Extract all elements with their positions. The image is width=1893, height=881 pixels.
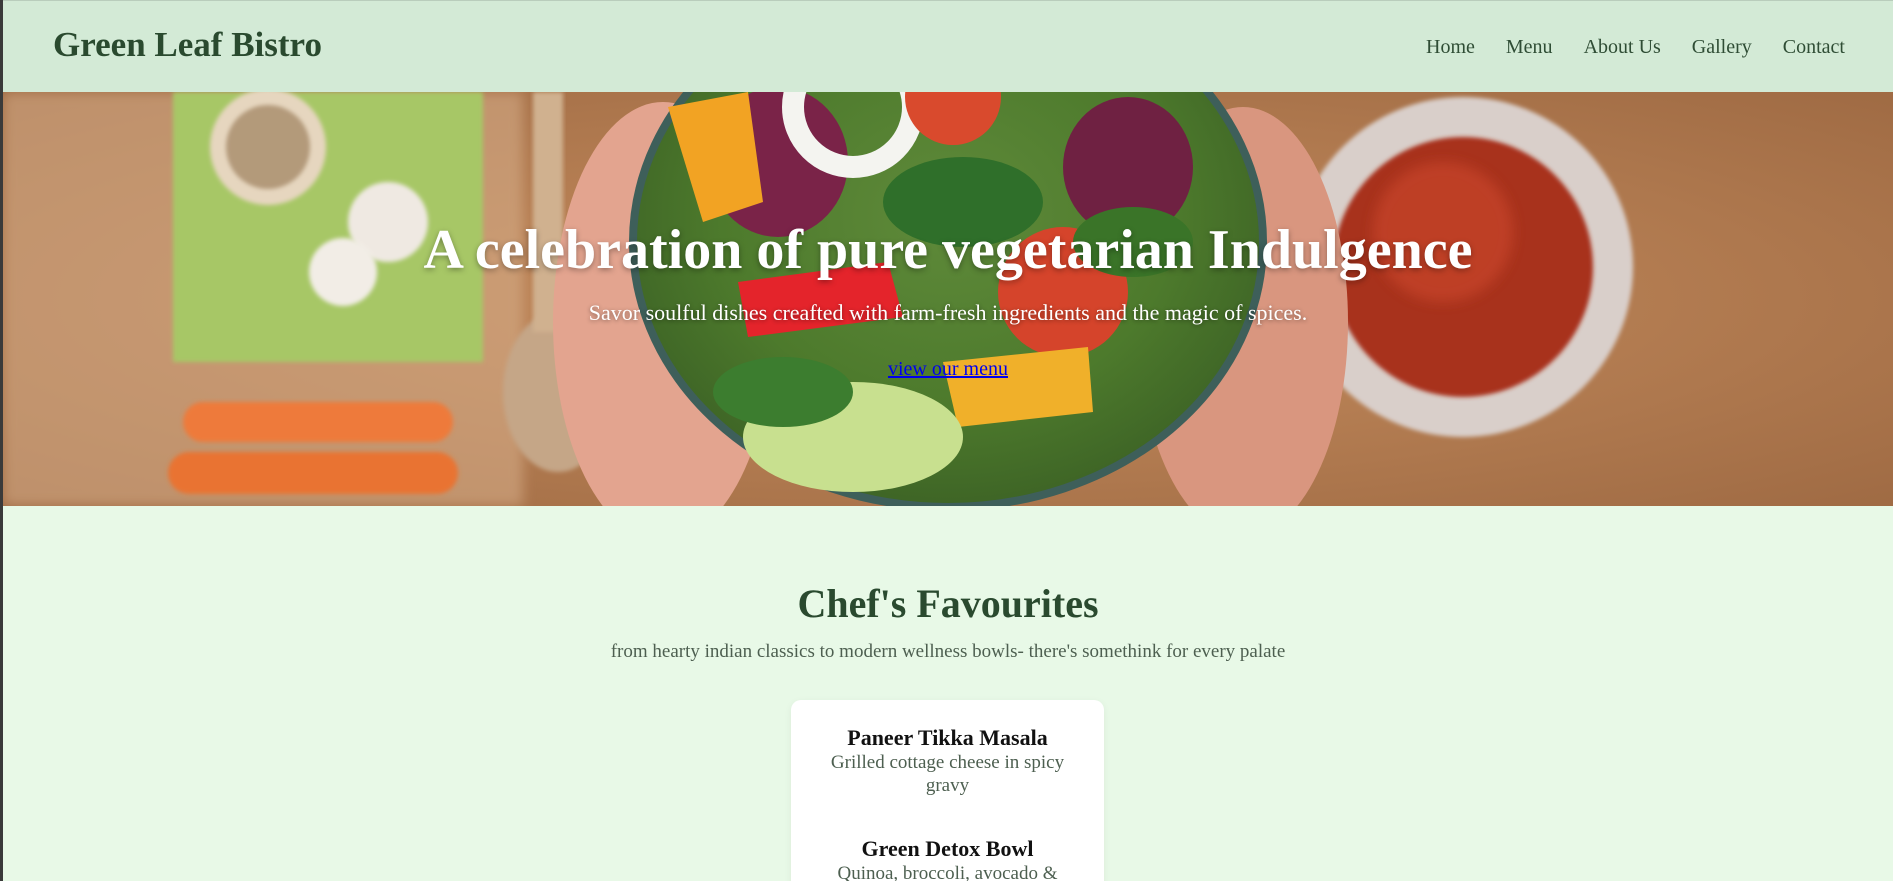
favourites-title: Chef's Favourites (797, 581, 1099, 626)
dish-item: Paneer Tikka Masala Grilled cottage chee… (791, 725, 1104, 797)
dish-description: Quinoa, broccoli, avocado & (837, 863, 1058, 881)
dish-item: Green Detox Bowl Quinoa, broccoli, avoca… (791, 836, 1104, 881)
nav-menu[interactable]: Menu (1506, 36, 1553, 59)
hero-link-wrap: view our menu (3, 358, 1893, 381)
dish-name: Paneer Tikka Masala (847, 725, 1048, 750)
nav-gallery[interactable]: Gallery (1692, 36, 1752, 59)
hero-title: A celebration of pure vegetarian Indulge… (423, 219, 1473, 281)
hero-section: A celebration of pure vegetarian Indulge… (3, 92, 1893, 506)
site-header: Green Leaf Bistro Home Menu About Us Gal… (3, 0, 1893, 92)
view-menu-link[interactable]: view our menu (888, 358, 1008, 380)
page: Green Leaf Bistro Home Menu About Us Gal… (3, 0, 1893, 881)
hero-subtitle: Savor soulful dishes creafted with farm-… (588, 300, 1308, 325)
brand-logo-text[interactable]: Green Leaf Bistro (53, 25, 322, 65)
nav-about-us[interactable]: About Us (1584, 36, 1661, 59)
nav-contact[interactable]: Contact (1783, 36, 1845, 59)
dish-description: Grilled cottage cheese in spicy gravy (830, 752, 1065, 796)
dish-name: Green Detox Bowl (861, 836, 1034, 861)
favourites-subtitle: from hearty indian classics to modern we… (610, 641, 1286, 662)
hero-content: A celebration of pure vegetarian Indulge… (3, 92, 1893, 506)
main-nav: Home Menu About Us Gallery Contact (1426, 36, 1845, 59)
nav-home[interactable]: Home (1426, 36, 1475, 59)
dish-card: Paneer Tikka Masala Grilled cottage chee… (791, 700, 1104, 881)
